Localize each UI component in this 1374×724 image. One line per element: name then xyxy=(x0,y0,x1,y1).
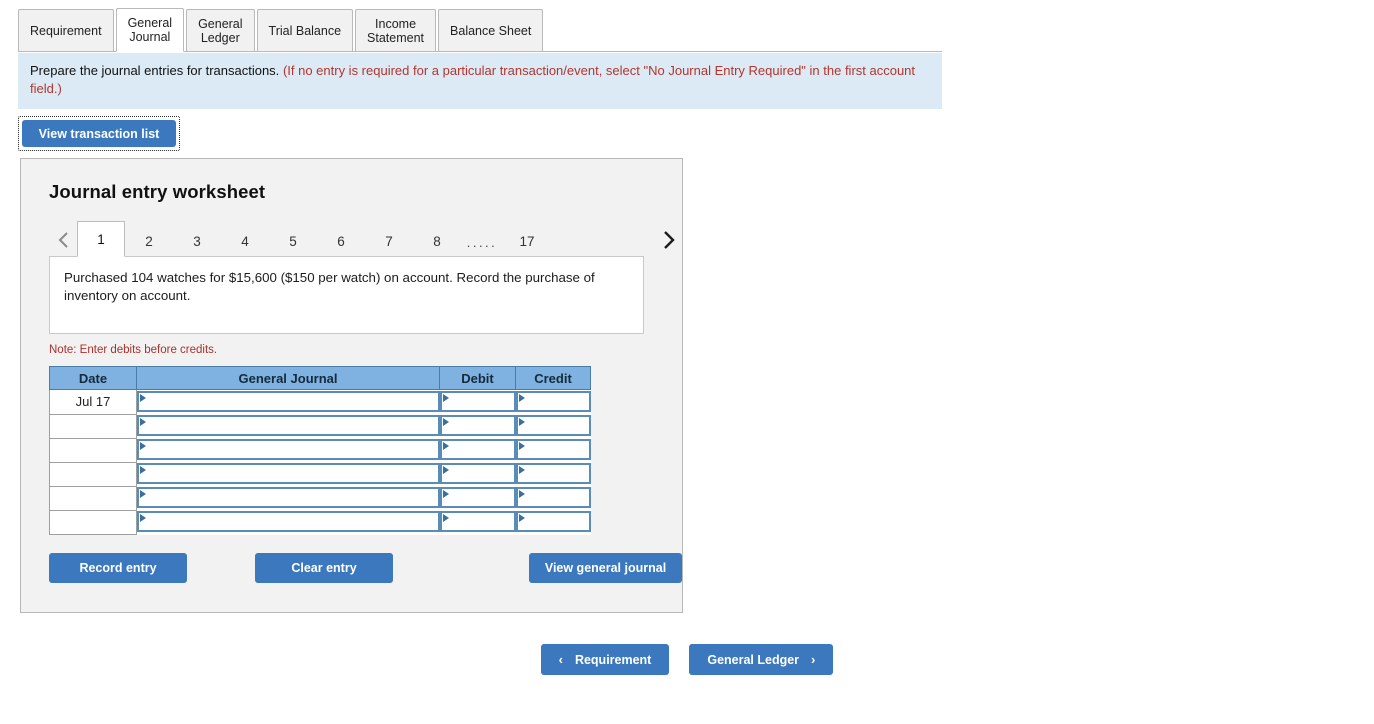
table-row xyxy=(49,462,591,487)
pagination-ellipsis: ..... xyxy=(466,235,498,250)
general-journal-table: Date General Journal Debit Credit Jul 17 xyxy=(49,366,591,535)
row-date-4[interactable] xyxy=(49,462,137,487)
table-row xyxy=(49,414,591,439)
column-header-general-journal: General Journal xyxy=(136,366,440,390)
row-account-cell-3 xyxy=(136,438,440,462)
column-header-credit: Credit xyxy=(515,366,591,390)
credit-input-5[interactable] xyxy=(515,487,591,508)
clear-entry-button[interactable]: Clear entry xyxy=(255,552,393,583)
row-credit-cell-1 xyxy=(515,389,591,414)
pagination-page-8[interactable]: 8 xyxy=(413,226,461,256)
row-credit-cell-2 xyxy=(515,414,591,438)
debits-before-credits-note: Note: Enter debits before credits. xyxy=(49,344,218,356)
tab-balance-sheet[interactable]: Balance Sheet xyxy=(438,9,544,51)
tab-requirement[interactable]: Requirement xyxy=(18,9,114,51)
bottom-navigation: ‹ Requirement General Ledger › xyxy=(0,644,1374,675)
pagination-page-17[interactable]: 17 xyxy=(503,226,551,256)
account-input-5[interactable] xyxy=(137,487,440,508)
row-debit-cell-6 xyxy=(439,510,516,534)
debit-input-5[interactable] xyxy=(439,487,516,508)
journal-entry-worksheet-panel: Journal entry worksheet 1 2 3 4 5 6 7 8 … xyxy=(20,158,683,613)
row-credit-cell-3 xyxy=(515,438,591,462)
tab-general-ledger[interactable]: General Ledger xyxy=(186,9,255,51)
credit-input-1[interactable] xyxy=(515,391,591,412)
table-row xyxy=(49,438,591,463)
debit-input-2[interactable] xyxy=(439,415,516,436)
table-row xyxy=(49,510,591,535)
chevron-left-icon xyxy=(57,230,70,250)
pagination-page-5[interactable]: 5 xyxy=(269,226,317,256)
debit-input-3[interactable] xyxy=(439,439,516,460)
tab-income-statement[interactable]: Income Statement xyxy=(355,9,437,51)
tab-strip: Requirement General Journal General Ledg… xyxy=(18,8,942,52)
chevron-right-icon xyxy=(661,229,676,251)
table-header-row: Date General Journal Debit Credit xyxy=(49,366,591,390)
row-debit-cell-3 xyxy=(439,438,516,462)
credit-input-3[interactable] xyxy=(515,439,591,460)
worksheet-actions: Record entry Clear entry View general jo… xyxy=(49,552,682,583)
column-header-date: Date xyxy=(49,366,137,390)
row-debit-cell-2 xyxy=(439,414,516,438)
pagination-prev-button[interactable] xyxy=(49,224,77,256)
transaction-description: Purchased 104 watches for $15,600 ($150 … xyxy=(49,256,644,334)
chevron-right-icon: › xyxy=(811,652,816,667)
view-transaction-list-focus-ring: View transaction list xyxy=(18,116,180,151)
row-date-1[interactable]: Jul 17 xyxy=(49,389,137,415)
worksheet-pagination: 1 2 3 4 5 6 7 8 ..... 17 xyxy=(21,221,682,257)
view-general-journal-button[interactable]: View general journal xyxy=(529,552,682,583)
account-input-6[interactable] xyxy=(137,511,440,532)
pagination-next-button[interactable] xyxy=(654,224,682,256)
row-credit-cell-6 xyxy=(515,510,591,534)
nav-prev-label: Requirement xyxy=(574,652,652,667)
row-debit-cell-5 xyxy=(439,486,516,510)
pagination-page-4[interactable]: 4 xyxy=(221,226,269,256)
table-row xyxy=(49,486,591,511)
row-credit-cell-4 xyxy=(515,462,591,486)
credit-input-6[interactable] xyxy=(515,511,591,532)
nav-next-general-ledger-button[interactable]: General Ledger › xyxy=(689,644,834,675)
row-account-cell-4 xyxy=(136,462,440,486)
pagination-page-1[interactable]: 1 xyxy=(77,221,125,257)
row-date-3[interactable] xyxy=(49,438,137,463)
debit-input-6[interactable] xyxy=(439,511,516,532)
pagination-page-6[interactable]: 6 xyxy=(317,226,365,256)
account-input-2[interactable] xyxy=(137,415,440,436)
row-account-cell-5 xyxy=(136,486,440,510)
instruction-text: Prepare the journal entries for transact… xyxy=(30,63,280,78)
page-title: Journal entry worksheet xyxy=(49,181,266,202)
row-credit-cell-5 xyxy=(515,486,591,510)
pagination-page-2[interactable]: 2 xyxy=(125,226,173,256)
column-header-debit: Debit xyxy=(439,366,516,390)
row-debit-cell-1 xyxy=(439,389,516,414)
row-account-cell-2 xyxy=(136,414,440,438)
tab-general-journal[interactable]: General Journal xyxy=(115,8,185,52)
chevron-left-icon: ‹ xyxy=(558,652,563,667)
pagination-page-7[interactable]: 7 xyxy=(365,226,413,256)
table-row: Jul 17 xyxy=(49,389,591,415)
pagination-page-3[interactable]: 3 xyxy=(173,226,221,256)
debit-input-4[interactable] xyxy=(439,463,516,484)
record-entry-button[interactable]: Record entry xyxy=(49,552,187,583)
row-date-5[interactable] xyxy=(49,486,137,511)
credit-input-4[interactable] xyxy=(515,463,591,484)
account-input-1[interactable] xyxy=(137,391,440,412)
nav-next-label: General Ledger xyxy=(707,652,800,667)
row-date-2[interactable] xyxy=(49,414,137,439)
debit-input-1[interactable] xyxy=(439,391,516,412)
account-input-3[interactable] xyxy=(137,439,440,460)
nav-prev-requirement-button[interactable]: ‹ Requirement xyxy=(540,644,670,675)
instruction-banner: Prepare the journal entries for transact… xyxy=(18,53,942,109)
tab-trial-balance[interactable]: Trial Balance xyxy=(256,9,354,51)
row-account-cell-1 xyxy=(136,389,440,414)
row-date-6[interactable] xyxy=(49,510,137,535)
credit-input-2[interactable] xyxy=(515,415,591,436)
view-transaction-list-button[interactable]: View transaction list xyxy=(22,120,176,147)
row-debit-cell-4 xyxy=(439,462,516,486)
row-account-cell-6 xyxy=(136,510,440,534)
account-input-4[interactable] xyxy=(137,463,440,484)
